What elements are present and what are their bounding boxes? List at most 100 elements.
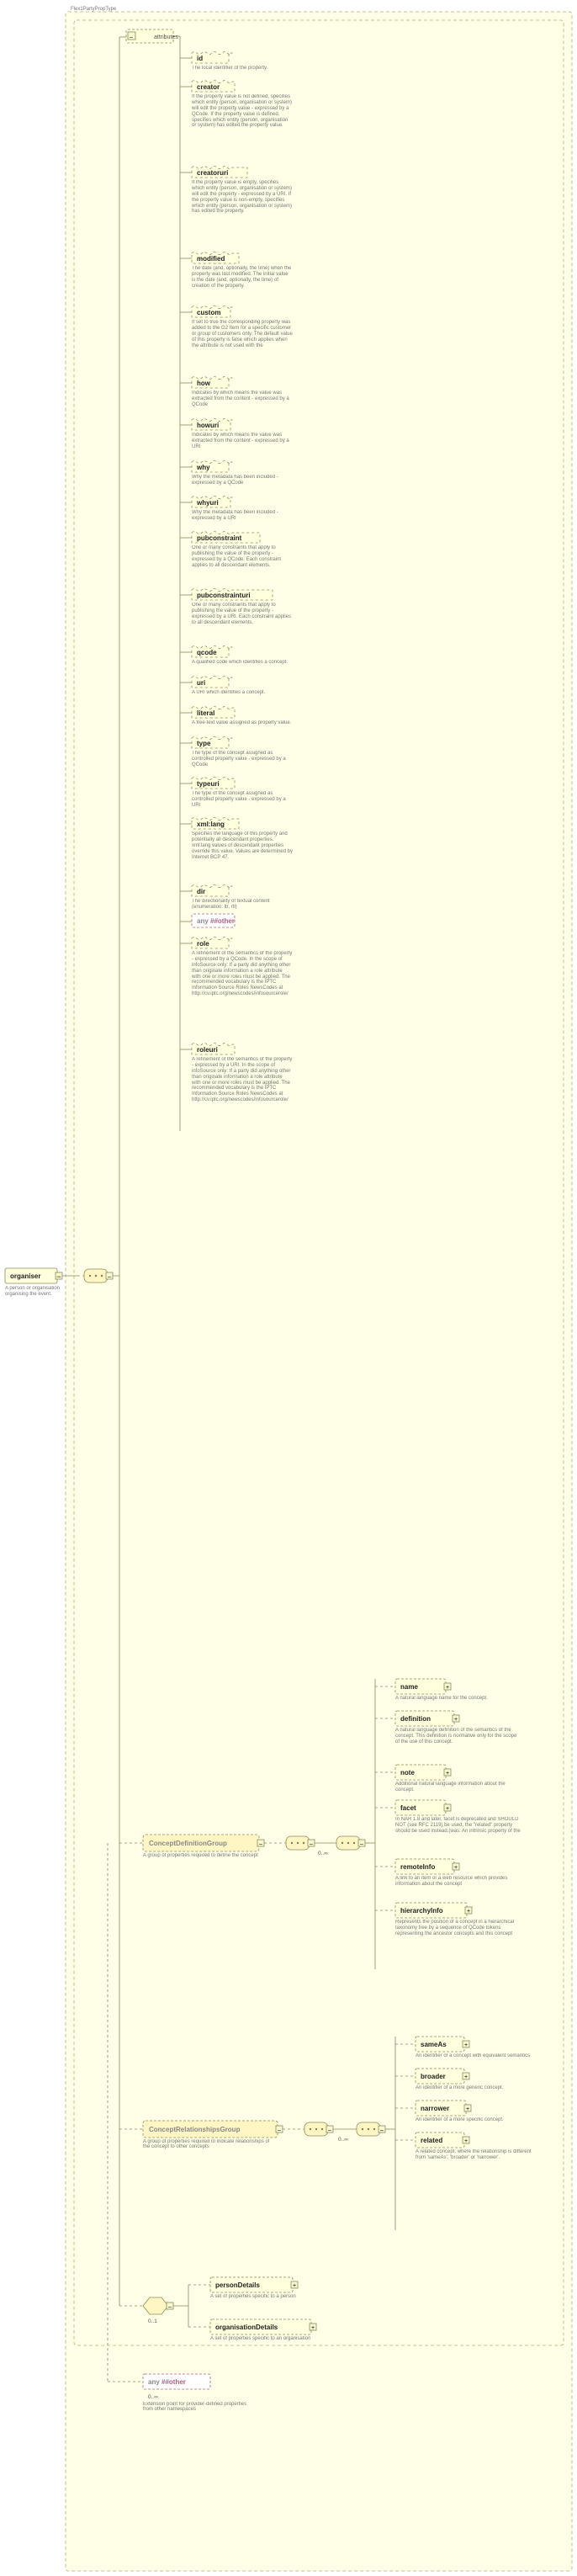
attr-pubconstrainturi: pubconstrainturi xyxy=(192,589,273,601)
extension-any[interactable]: any ##other xyxy=(143,2374,210,2389)
svg-text:+: + xyxy=(454,1717,458,1723)
svg-text:id: id xyxy=(197,55,203,62)
def-remoteInfo[interactable]: remoteInfo+ xyxy=(395,1859,459,1874)
rel-occur: 0..∞ xyxy=(338,2137,348,2143)
svg-text:how: how xyxy=(197,380,211,387)
svg-text:+: + xyxy=(311,2325,315,2331)
svg-text:sameAs: sameAs xyxy=(421,2041,447,2048)
rel-related[interactable]: related + xyxy=(416,2133,469,2148)
attr-id: id xyxy=(192,52,232,64)
def-hierarchyInfo-desc: Represents the position of a concept in … xyxy=(395,1920,521,1955)
person-details-desc: A set of properties specific to a person xyxy=(210,2294,328,2311)
svg-text:howuri: howuri xyxy=(197,422,219,429)
attr-qcode-desc: A qualified code which identifies a conc… xyxy=(192,660,293,670)
svg-text:dir: dir xyxy=(197,888,205,895)
svg-text:–: – xyxy=(328,2127,331,2133)
person-details[interactable]: personDetails + xyxy=(210,2277,298,2292)
svg-text:–: – xyxy=(108,1274,111,1280)
svg-text:organisationDetails: organisationDetails xyxy=(215,2324,278,2331)
svg-text:+: + xyxy=(454,1865,458,1871)
attr-type: type xyxy=(192,737,232,749)
svg-text:pubconstraint: pubconstraint xyxy=(197,534,242,542)
attr-uri-desc: A URI which identifies a concept. xyxy=(192,690,293,700)
svg-text:+: + xyxy=(464,2138,468,2144)
svg-text:facet: facet xyxy=(400,1804,416,1812)
attr-custom: custom xyxy=(192,306,232,318)
attr-why-desc: Why the metadata has been included - exp… xyxy=(192,475,293,490)
attr-pubconstraint-desc: One or many constraints that apply to pu… xyxy=(192,545,293,582)
attr-roleuri-desc: A refinement of the semantics of the pro… xyxy=(192,1057,293,1143)
svg-text:any ##other: any ##other xyxy=(197,917,235,925)
svg-text:literal: literal xyxy=(197,709,214,717)
rel-broader[interactable]: broader + xyxy=(416,2069,469,2084)
organisation-details-desc: A set of properties specific to an organ… xyxy=(210,2336,336,2353)
attr-modified-desc: The date (and, optionally, the time) whe… xyxy=(192,266,293,300)
ext-occurs: 0..∞ xyxy=(148,2394,158,2400)
svg-text:hierarchyInfo: hierarchyInfo xyxy=(400,1907,443,1915)
svg-text:+: + xyxy=(446,1771,449,1777)
content-area-1 xyxy=(74,20,564,2345)
rel-related-desc: A related concept, where the relationshi… xyxy=(416,2149,542,2175)
attr-qcode: qcode xyxy=(192,646,232,658)
attr-xmllang-desc: Specifies the language of this property … xyxy=(192,831,293,879)
svg-text:+: + xyxy=(467,1909,470,1915)
svg-text:–: – xyxy=(360,1841,363,1847)
svg-text:attributes: attributes xyxy=(154,35,178,40)
svg-text:name: name xyxy=(400,1683,418,1691)
def-hierarchyInfo[interactable]: hierarchyInfo + xyxy=(395,1903,472,1918)
organisation-details[interactable]: organisationDetails + xyxy=(210,2319,316,2334)
attr-why: why xyxy=(192,461,232,473)
extension-desc: Extension point for provider-defined pro… xyxy=(143,2402,252,2427)
svg-text:–: – xyxy=(168,2304,172,2310)
attr-custom-desc: If set to true the corresponding propert… xyxy=(192,320,293,370)
concept-relationships-group[interactable]: ConceptRelationshipsGroup – xyxy=(143,2121,283,2138)
attr-type-desc: The type of the concept assigned as cont… xyxy=(192,751,293,771)
attr-dir: dir xyxy=(192,885,232,897)
choice-occurs: 0..1 xyxy=(148,2318,157,2324)
rel-broader-desc: An identifier of a more generic concept. xyxy=(416,2085,542,2095)
schema-diagram: Flex1PartyPropType organiser – A person … xyxy=(0,0,577,2576)
root-element[interactable]: organiser – xyxy=(5,1268,62,1283)
svg-text:broader: broader xyxy=(421,2073,446,2080)
rel-sameAs[interactable]: sameAs+ xyxy=(416,2037,469,2052)
svg-text:–: – xyxy=(278,2127,281,2133)
attributes-header[interactable]: attributes – xyxy=(126,29,178,43)
svg-text:organiser: organiser xyxy=(10,1272,40,1280)
attr-howuri-desc: Indicates by which means the value was e… xyxy=(192,433,293,454)
svg-text:+: + xyxy=(446,1685,449,1691)
rel-sameAs-desc: An identifier of a concept with equivale… xyxy=(416,2053,542,2063)
svg-text:creator: creator xyxy=(197,83,220,91)
attr-dir-desc: The directionality of textual content (e… xyxy=(192,899,293,909)
def-facet[interactable]: facet+ xyxy=(395,1800,451,1815)
attr-how: how xyxy=(192,377,232,389)
svg-text:note: note xyxy=(400,1769,415,1777)
def-definition[interactable]: definition+ xyxy=(395,1711,459,1726)
attr-uri: uri xyxy=(192,677,232,688)
attr-how-desc: Indicates by which means the value was e… xyxy=(192,390,293,412)
svg-text:pubconstrainturi: pubconstrainturi xyxy=(197,592,251,599)
svg-text:custom: custom xyxy=(197,309,220,316)
def-note-desc: Additional natural language information … xyxy=(395,1782,521,1795)
svg-text:–: – xyxy=(380,2127,384,2133)
svg-text:roleuri: roleuri xyxy=(197,1046,218,1054)
attr-whyuri: whyuri xyxy=(192,497,232,508)
svg-text:+: + xyxy=(466,2106,469,2112)
def-group-desc: A group of properties required to define… xyxy=(143,1853,259,1872)
def-name[interactable]: name + xyxy=(395,1679,451,1694)
attr-literal-desc: A free-text value assigned as property v… xyxy=(192,720,293,730)
def-name-desc: A natural language name for the concept. xyxy=(395,1696,521,1706)
svg-text:whyuri: whyuri xyxy=(196,499,219,507)
attr-anyother: any ##other xyxy=(192,914,235,927)
svg-text:type: type xyxy=(197,740,211,747)
svg-text:+: + xyxy=(464,2074,468,2080)
def-note[interactable]: note + xyxy=(395,1765,451,1780)
attr-role: role xyxy=(192,937,232,949)
concept-definition-group[interactable]: ConceptDefinitionGroup – xyxy=(143,1835,264,1851)
svg-text:related: related xyxy=(421,2137,442,2144)
attr-howuri: howuri xyxy=(192,419,232,431)
svg-text:–: – xyxy=(57,1274,61,1280)
svg-text:xml:lang: xml:lang xyxy=(197,821,225,828)
svg-text:uri: uri xyxy=(197,679,205,687)
svg-text:role: role xyxy=(197,940,209,948)
rel-narrower[interactable]: narrower+ xyxy=(416,2101,471,2116)
